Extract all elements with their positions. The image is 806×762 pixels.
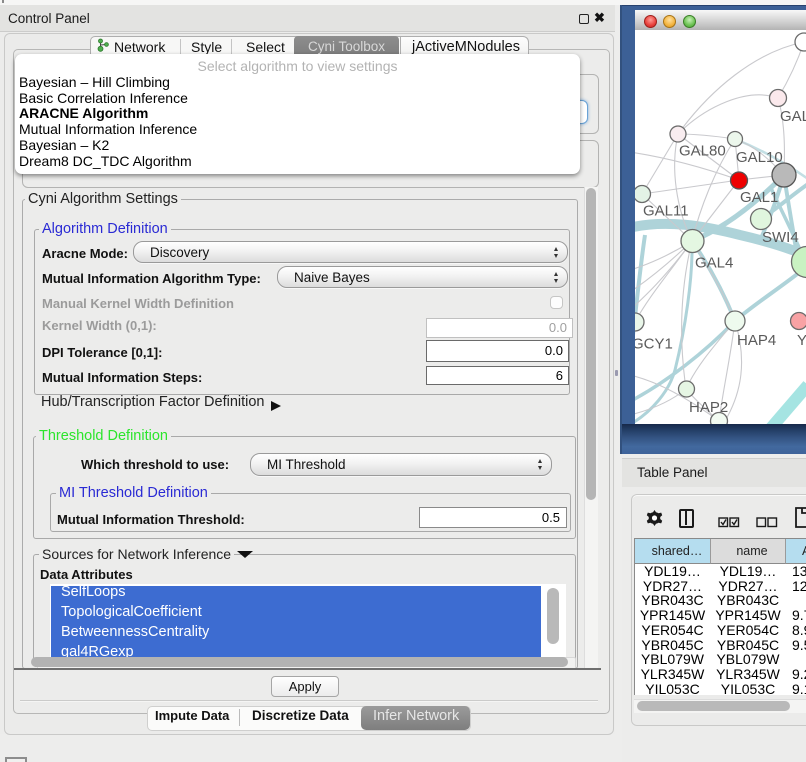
svg-text:HAP2: HAP2 bbox=[689, 399, 728, 416]
svg-text:GAL11: GAL11 bbox=[643, 203, 689, 220]
svg-text:GAL10: GAL10 bbox=[736, 149, 783, 166]
svg-text:GAL1: GAL1 bbox=[740, 189, 778, 206]
svg-text:SWI4: SWI4 bbox=[762, 229, 799, 246]
svg-text:GAL4: GAL4 bbox=[695, 255, 733, 272]
svg-text:GAL80: GAL80 bbox=[679, 143, 726, 160]
svg-text:HAP4: HAP4 bbox=[737, 332, 776, 349]
svg-text:YE: YE bbox=[797, 332, 806, 349]
svg-text:GAL7: GAL7 bbox=[780, 108, 806, 125]
svg-text:GCY1: GCY1 bbox=[635, 336, 673, 353]
